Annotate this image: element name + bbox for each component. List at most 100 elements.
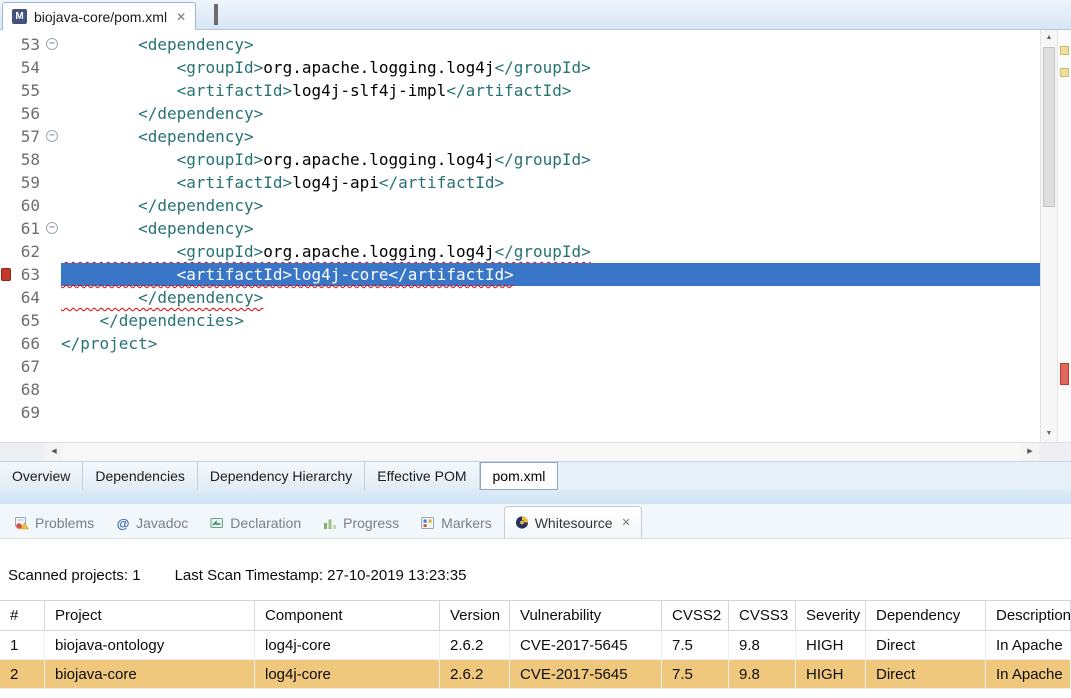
column-header-cvss3[interactable]: CVSS3 xyxy=(729,601,796,630)
fold-column xyxy=(43,332,61,355)
horizontal-scrollbar[interactable]: ◀ ▶ xyxy=(0,442,1071,461)
column-header-num[interactable]: # xyxy=(0,601,45,630)
xml-tag: </dependency> xyxy=(61,196,263,215)
line-number: 62 xyxy=(13,240,43,263)
column-header-component[interactable]: Component xyxy=(255,601,440,630)
pom-tab-dependency-hierarchy[interactable]: Dependency Hierarchy xyxy=(198,462,365,490)
editor-tab-pom-xml[interactable]: M biojava-core/pom.xml ✕ xyxy=(2,2,196,30)
table-cell: 2 xyxy=(0,660,45,688)
code-line[interactable]: 53− <dependency> xyxy=(0,33,1040,56)
scroll-down-icon[interactable]: ▼ xyxy=(1041,426,1057,442)
line-number: 53 xyxy=(13,33,43,56)
code-line[interactable]: 67 xyxy=(0,355,1040,378)
xml-tag: </project> xyxy=(61,334,157,353)
column-header-version[interactable]: Version xyxy=(440,601,510,630)
code-line[interactable]: 58 <groupId>org.apache.logging.log4j</gr… xyxy=(0,148,1040,171)
view-tab-whitesource[interactable]: Whitesource✕ xyxy=(504,506,642,538)
fold-collapse-icon[interactable]: − xyxy=(46,222,58,234)
vulnerability-table: #ProjectComponentVersionVulnerabilityCVS… xyxy=(0,600,1071,689)
maximize-icon[interactable] xyxy=(214,6,218,24)
table-cell: biojava-core xyxy=(45,660,255,688)
xml-text: log4j-slf4j-impl xyxy=(292,81,446,100)
xml-editor: 53− <dependency>54 <groupId>org.apache.l… xyxy=(0,30,1071,442)
view-tab-progress[interactable]: Progress xyxy=(313,508,409,538)
fold-collapse-icon[interactable]: − xyxy=(46,130,58,142)
fold-column: − xyxy=(43,125,61,148)
code-text: <dependency> xyxy=(61,217,1040,240)
code-line[interactable]: 65 </dependencies> xyxy=(0,309,1040,332)
code-line[interactable]: 62 <groupId>org.apache.logging.log4j</gr… xyxy=(0,240,1040,263)
line-number: 56 xyxy=(13,102,43,125)
view-tab-markers[interactable]: Markers xyxy=(411,508,502,538)
view-tab-problems[interactable]: Problems xyxy=(5,508,104,538)
code-text: </dependency> xyxy=(61,286,1040,309)
code-line[interactable]: 57− <dependency> xyxy=(0,125,1040,148)
column-header-severity[interactable]: Severity xyxy=(796,601,866,630)
code-line[interactable]: 60 </dependency> xyxy=(0,194,1040,217)
code-text: <dependency> xyxy=(61,33,1040,56)
close-icon[interactable]: ✕ xyxy=(176,10,186,24)
code-line[interactable]: 64 </dependency> xyxy=(0,286,1040,309)
pom-tab-pom-xml[interactable]: pom.xml xyxy=(480,462,559,490)
fold-collapse-icon[interactable]: − xyxy=(46,38,58,50)
markers-icon xyxy=(421,516,435,530)
code-text: <artifactId>log4j-slf4j-impl</artifactId… xyxy=(61,79,1040,102)
view-tab-javadoc[interactable]: @Javadoc xyxy=(106,508,198,538)
scroll-up-icon[interactable]: ▲ xyxy=(1041,30,1057,46)
horizontal-scrollbar-track[interactable] xyxy=(63,443,1021,461)
table-header-row: #ProjectComponentVersionVulnerabilityCVS… xyxy=(0,600,1071,631)
fold-column xyxy=(43,194,61,217)
editor-tab-title: biojava-core/pom.xml xyxy=(34,9,167,25)
scroll-right-icon[interactable]: ▶ xyxy=(1021,443,1039,461)
sash-splitter[interactable] xyxy=(0,490,1071,504)
line-marker-column xyxy=(0,194,13,217)
code-line[interactable]: 69 xyxy=(0,401,1040,424)
ruler-occurrence-marker[interactable] xyxy=(1060,68,1069,77)
line-marker-column xyxy=(0,56,13,79)
pom-tab-dependencies[interactable]: Dependencies xyxy=(83,462,198,490)
fold-column xyxy=(43,263,61,286)
code-line[interactable]: 61− <dependency> xyxy=(0,217,1040,240)
table-row[interactable]: 2biojava-corelog4j-core2.6.2CVE-2017-564… xyxy=(0,660,1071,689)
maven-pom-file-icon: M xyxy=(12,9,27,24)
fold-column xyxy=(43,240,61,263)
code-line[interactable]: 55 <artifactId>log4j-slf4j-impl</artifac… xyxy=(0,79,1040,102)
fold-column xyxy=(43,378,61,401)
ruler-occurrence-marker[interactable] xyxy=(1060,46,1069,55)
xml-tag: </dependency> xyxy=(61,104,263,123)
code-line[interactable]: 54 <groupId>org.apache.logging.log4j</gr… xyxy=(0,56,1040,79)
pom-tab-overview[interactable]: Overview xyxy=(0,462,83,490)
close-icon[interactable]: ✕ xyxy=(622,516,631,529)
table-cell: 9.8 xyxy=(729,631,796,659)
code-line[interactable]: 63 <artifactId>log4j-core</artifactId> xyxy=(0,263,1040,286)
eclipse-window: M biojava-core/pom.xml ✕ 53− <dependency… xyxy=(0,0,1071,698)
column-header-description[interactable]: Description xyxy=(986,601,1071,630)
scroll-left-icon[interactable]: ◀ xyxy=(45,443,63,461)
table-cell: 7.5 xyxy=(662,631,729,659)
pom-tab-effective-pom[interactable]: Effective POM xyxy=(365,462,479,490)
code-line[interactable]: 59 <artifactId>log4j-api</artifactId> xyxy=(0,171,1040,194)
table-row[interactable]: 1biojava-ontologylog4j-core2.6.2CVE-2017… xyxy=(0,631,1071,660)
vertical-scrollbar-thumb[interactable] xyxy=(1043,47,1055,207)
column-header-vulnerability[interactable]: Vulnerability xyxy=(510,601,662,630)
column-header-project[interactable]: Project xyxy=(45,601,255,630)
fold-column xyxy=(43,309,61,332)
ruler-error-marker[interactable] xyxy=(1060,363,1069,385)
code-line[interactable]: 68 xyxy=(0,378,1040,401)
xml-tag: <groupId> xyxy=(61,150,263,169)
line-marker-column xyxy=(0,240,13,263)
code-line[interactable]: 66</project> xyxy=(0,332,1040,355)
column-header-cvss2[interactable]: CVSS2 xyxy=(662,601,729,630)
code-line[interactable]: 56 </dependency> xyxy=(0,102,1040,125)
progress-icon xyxy=(323,516,337,530)
error-marker-icon[interactable] xyxy=(1,268,11,281)
vertical-scrollbar[interactable]: ▲ ▼ xyxy=(1040,30,1057,442)
view-tab-declaration[interactable]: Declaration xyxy=(200,508,311,538)
code-text: <groupId>org.apache.logging.log4j</group… xyxy=(61,240,1040,263)
code-text: <dependency> xyxy=(61,125,1040,148)
column-header-dependency[interactable]: Dependency xyxy=(866,601,986,630)
javadoc-icon: @ xyxy=(116,516,130,530)
view-tab-label: Progress xyxy=(343,515,399,531)
fold-column xyxy=(43,148,61,171)
table-cell: log4j-core xyxy=(255,660,440,688)
